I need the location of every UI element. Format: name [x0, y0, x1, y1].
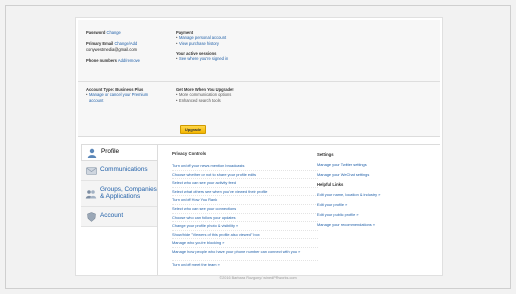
sidebar-item-label: Groups, Companies & Applications	[100, 185, 157, 200]
upgrade-column: Get More When You Upgrade! More communic…	[176, 87, 306, 103]
privacy-link[interactable]: Change your profile photo & visibility »	[172, 222, 318, 231]
privacy-link[interactable]: Manage who you're blocking »	[172, 239, 318, 248]
sidebar-item-profile[interactable]: Profile	[81, 144, 157, 161]
privacy-link[interactable]: Show/hide "Viewers of this profile also …	[172, 231, 318, 240]
settings-link[interactable]: Manage your WeChat settings	[317, 170, 435, 180]
settings-sidebar: Profile Communications Groups, Companies…	[81, 144, 157, 227]
privacy-link[interactable]: Turn on/off How You Rank	[172, 196, 318, 205]
copyright-footer: ©2016 Barbara Rozgony/ winedPRworks.com	[219, 276, 297, 280]
envelope-icon	[85, 166, 97, 176]
privacy-link[interactable]: Select who can see your connections	[172, 205, 318, 214]
helpful-link[interactable]: Edit your name, location & industry »	[317, 190, 435, 200]
email-label: Primary Email	[86, 41, 114, 47]
helpful-link[interactable]: Edit your public profile »	[317, 210, 435, 220]
settings-link[interactable]: Manage your Twitter settings	[317, 160, 435, 170]
payment-column: Payment Manage personal account View pur…	[176, 30, 306, 61]
upgrade-bullet: Enhanced search tools	[176, 98, 306, 103]
helpful-link[interactable]: Edit your profile »	[317, 200, 435, 210]
privacy-link[interactable]: Turn on/off your news mention broadcasts	[172, 162, 318, 171]
manage-premium-link-cont[interactable]: account	[86, 98, 176, 103]
sidebar-item-communications[interactable]: Communications	[81, 161, 157, 181]
account-type-column: Account Type: Business Plus Manage or ca…	[86, 87, 176, 103]
upgrade-button[interactable]: Upgrade	[180, 125, 206, 134]
phone-label: Phone numbers	[86, 57, 117, 63]
account-summary-panel: Password Change Primary Email Change/Add…	[78, 20, 440, 137]
privacy-controls-title: Privacy Controls	[172, 151, 207, 156]
sidebar-item-label: Communications	[100, 166, 148, 174]
sidebar-item-label: Account	[100, 212, 124, 220]
privacy-link[interactable]: Choose whether or not to share your prof…	[172, 171, 318, 180]
privacy-link[interactable]: Select what others see when you've viewe…	[172, 188, 318, 197]
settings-page: Password Change Primary Email Change/Add…	[75, 17, 443, 276]
privacy-controls-list: Turn on/off your news mention broadcasts…	[172, 162, 318, 270]
privacy-link[interactable]: Choose who can follow your updates	[172, 214, 318, 223]
settings-title: Settings	[317, 152, 334, 157]
credentials-column: Password Change Primary Email Change/Add…	[86, 30, 176, 63]
groups-icon	[85, 189, 97, 199]
password-change-link[interactable]: Change	[106, 30, 120, 35]
payment-link-history[interactable]: View purchase history	[176, 41, 306, 46]
email-value: conywestmedia@gmail.com	[86, 46, 138, 52]
profile-settings-content: Privacy Controls Turn on/off your news m…	[157, 144, 440, 275]
helpful-links-title: Helpful Links	[317, 182, 344, 187]
sessions-link[interactable]: See where you're signed in	[176, 56, 306, 61]
email-change-link[interactable]: Change/Add	[114, 41, 137, 46]
privacy-link[interactable]: Select who can see your activity feed	[172, 179, 318, 188]
settings-list: Settings Manage your Twitter settings Ma…	[317, 150, 435, 230]
shield-icon	[85, 211, 97, 222]
helpful-link[interactable]: Manage your recommendations »	[317, 220, 435, 230]
privacy-link[interactable]: Manage how people who have your phone nu…	[172, 248, 318, 261]
sidebar-item-label: Profile	[101, 148, 120, 156]
person-icon	[86, 148, 98, 158]
sidebar-item-account[interactable]: Account	[81, 207, 157, 227]
password-label: Password	[86, 30, 106, 35]
panel-divider	[78, 81, 440, 82]
privacy-link[interactable]: Turn on/off meet the team »	[172, 261, 318, 270]
phone-add-link[interactable]: Add/remove	[118, 58, 140, 63]
sidebar-item-groups[interactable]: Groups, Companies & Applications	[81, 181, 157, 207]
